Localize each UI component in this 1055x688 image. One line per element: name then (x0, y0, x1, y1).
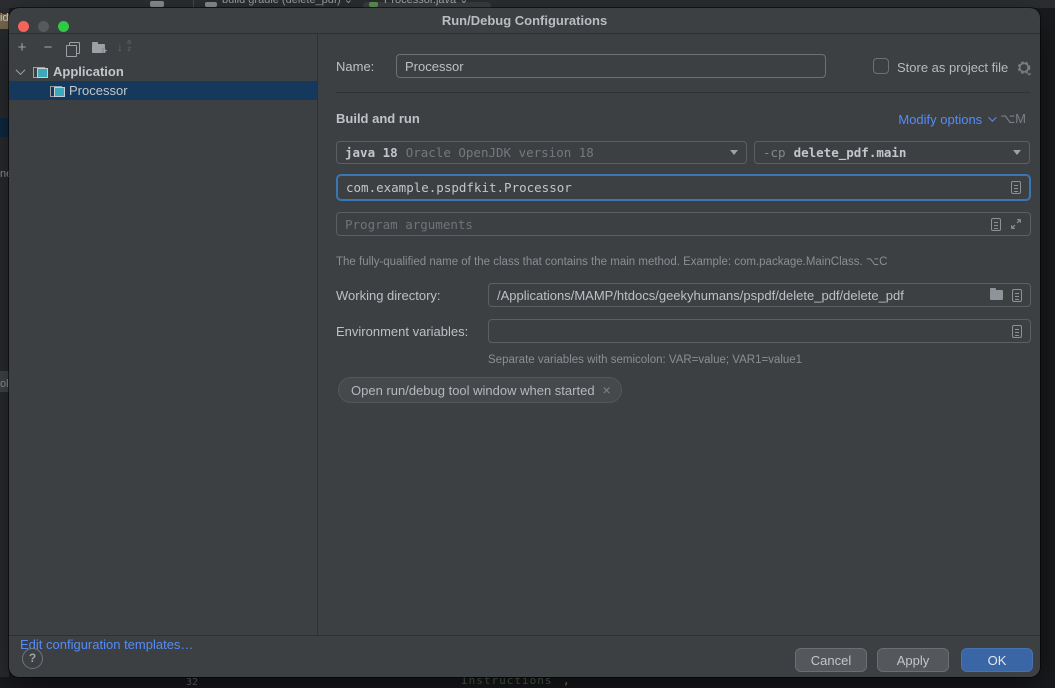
configurations-sidebar: + − + ↓ a z Application Processor Edit c… (9, 34, 317, 652)
name-label: Name: (336, 59, 375, 74)
background-text-fragment: ol (0, 378, 9, 390)
dropdown-arrow-icon (1013, 150, 1021, 155)
tree-item-processor[interactable]: Processor (9, 81, 317, 100)
sort-alpha-icon: ↓ a z (117, 39, 131, 54)
zoom-traffic-light[interactable] (58, 21, 69, 32)
screen: build gradle (delete_pdf) ⌄ Processor.ja… (0, 0, 1055, 688)
toolbar-separator (193, 0, 194, 8)
new-folder-button[interactable]: + (90, 40, 108, 56)
sort-configurations-button[interactable]: ↓ a z (116, 39, 132, 56)
tree-group-label: Application (53, 64, 124, 79)
add-configuration-button[interactable]: + (14, 40, 30, 56)
classpath-module: delete_pdf.main (793, 145, 907, 160)
copy-icon (65, 42, 80, 57)
cancel-button[interactable]: Cancel (795, 648, 867, 672)
store-as-project-file-label: Store as project file (897, 60, 1009, 75)
background-class-icon (369, 2, 378, 7)
close-icon[interactable]: × (603, 383, 611, 397)
remove-configuration-button[interactable]: − (40, 40, 56, 56)
chevron-down-icon (988, 113, 997, 122)
classpath-module-selector[interactable]: -cp delete_pdf.main (754, 141, 1030, 164)
insert-macros-icon[interactable] (991, 217, 1001, 231)
question-mark-icon: ? (28, 651, 37, 665)
background-toolbar-icon (150, 1, 164, 7)
apply-button-label: Apply (896, 652, 930, 668)
name-value: Processor (405, 58, 464, 74)
background-text-fragment: ne (0, 168, 9, 180)
store-as-project-file-checkbox[interactable] (873, 58, 889, 74)
folder-plus-icon: + (91, 42, 108, 56)
jre-selector[interactable]: java 18 Oracle OpenJDK version 18 (336, 141, 747, 164)
section-divider (336, 92, 1030, 93)
insert-macros-icon[interactable] (1012, 288, 1022, 302)
main-class-hint: The fully-qualified name of the class th… (336, 256, 888, 268)
tree-item-label: Processor (69, 83, 128, 98)
edit-configuration-templates-link[interactable]: Edit configuration templates… (20, 637, 193, 652)
working-directory-value: /Applications/MAMP/htdocs/geekyhumans/ps… (497, 287, 904, 303)
minus-icon: − (43, 39, 53, 56)
panel-divider (317, 34, 318, 635)
background-editor-cursor: , (563, 677, 570, 687)
apply-button[interactable]: Apply (877, 648, 949, 672)
classpath-flag: -cp (763, 145, 786, 160)
gear-icon[interactable] (1016, 60, 1032, 76)
main-class-value: com.example.pspdfkit.Processor (346, 180, 572, 195)
background-ide-editor: 32 Instructions , (0, 677, 1055, 688)
background-line-number: 32 (186, 677, 199, 688)
working-directory-label: Working directory: (336, 288, 441, 303)
chevron-down-icon[interactable] (15, 65, 26, 76)
background-editor-text: Instructions (461, 677, 553, 687)
modify-options-link[interactable]: Modify options (898, 112, 982, 127)
dialog-title: Run/Debug Configurations (441, 13, 608, 28)
footer-divider (9, 635, 1040, 636)
working-directory-input[interactable]: /Applications/MAMP/htdocs/geekyhumans/ps… (488, 283, 1031, 307)
jre-version: java 18 (345, 145, 398, 160)
help-button[interactable]: ? (22, 648, 43, 669)
plus-icon: + (17, 39, 27, 56)
expand-field-icon[interactable] (1010, 218, 1022, 230)
background-gradle-icon (205, 2, 217, 7)
build-and-run-heading: Build and run (336, 111, 420, 126)
environment-variables-hint: Separate variables with semicolon: VAR=v… (488, 354, 803, 366)
environment-variables-label: Environment variables: (336, 324, 469, 339)
tag-label: Open run/debug tool window when started (351, 382, 595, 398)
dialog-titlebar[interactable]: Run/Debug Configurations (9, 8, 1040, 34)
run-debug-configurations-dialog: Run/Debug Configurations + − + ↓ a z App… (9, 8, 1040, 677)
background-selection-block (0, 118, 9, 137)
close-traffic-light[interactable] (18, 21, 29, 32)
main-class-input[interactable]: com.example.pspdfkit.Processor (336, 174, 1031, 201)
open-tool-window-tag[interactable]: Open run/debug tool window when started … (338, 377, 622, 403)
ok-button[interactable]: OK (961, 648, 1033, 672)
cancel-button-label: Cancel (810, 652, 852, 668)
modify-options-control[interactable]: Modify options ⌥M (898, 111, 1026, 127)
program-arguments-placeholder: Program arguments (345, 216, 473, 232)
browse-folder-icon[interactable] (990, 288, 1003, 300)
background-text-fragment: id (0, 12, 9, 24)
tree-group-application[interactable]: Application (9, 62, 317, 81)
copy-configuration-button[interactable] (64, 40, 80, 57)
jre-description: Oracle OpenJDK version 18 (405, 145, 594, 160)
background-tab-label: Processor.java ⌄ (384, 0, 469, 6)
modify-options-shortcut: ⌥M (1000, 111, 1026, 126)
dropdown-arrow-icon (730, 150, 738, 155)
insert-macros-icon[interactable] (1011, 181, 1021, 194)
name-input[interactable]: Processor (396, 54, 826, 78)
ok-button-label: OK (987, 652, 1007, 668)
application-type-icon (33, 66, 48, 78)
application-type-icon (50, 85, 65, 97)
background-ide-project-tree: id ne ol (0, 8, 9, 677)
minimize-traffic-light[interactable] (38, 21, 49, 32)
background-ide-toolbar: build gradle (delete_pdf) ⌄ Processor.ja… (0, 0, 1055, 8)
browse-variables-icon[interactable] (1012, 324, 1022, 338)
environment-variables-input[interactable] (488, 319, 1031, 343)
background-run-config-tab: build gradle (delete_pdf) ⌄ (222, 0, 353, 6)
program-arguments-input[interactable]: Program arguments (336, 212, 1031, 236)
